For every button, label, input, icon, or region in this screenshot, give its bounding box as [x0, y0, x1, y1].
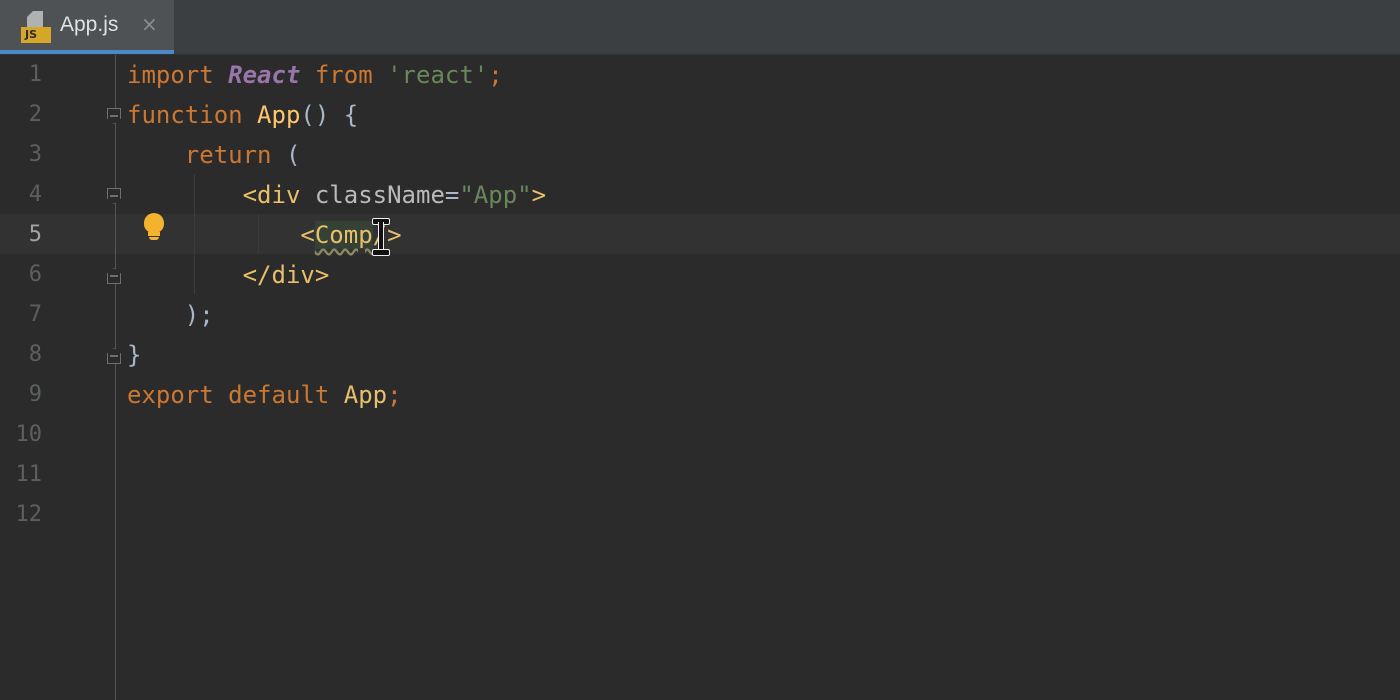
code-text[interactable]: export default App;	[127, 375, 402, 415]
code-token: return	[184, 141, 272, 169]
code-line[interactable]: 7 );	[0, 295, 1400, 335]
code-token: function	[127, 101, 243, 129]
code-token: () {	[300, 101, 359, 129]
code-token: React	[228, 61, 301, 89]
js-badge: JS	[21, 27, 51, 43]
line-number: 11	[15, 462, 43, 487]
code-token: }	[127, 341, 142, 369]
close-icon[interactable]: ×	[141, 12, 158, 36]
code-line[interactable]: 3 return (	[0, 135, 1400, 175]
code-token: ;	[387, 381, 402, 409]
line-number: 5	[28, 222, 42, 247]
code-token: App	[343, 381, 388, 409]
code-token: );	[127, 301, 214, 329]
line-number: 4	[28, 182, 42, 207]
text-cursor-icon	[371, 218, 390, 256]
code-token: <	[300, 221, 315, 249]
code-text[interactable]: </div>	[127, 255, 330, 295]
code-line[interactable]: 1 import React from 'react';	[0, 55, 1400, 95]
code-token: =	[444, 181, 460, 209]
line-number: 12	[15, 502, 43, 527]
code-line[interactable]: 4 <div className="App">	[0, 175, 1400, 215]
code-token: 'react'	[387, 61, 489, 89]
code-line[interactable]: 9 export default App;	[0, 375, 1400, 415]
code-text[interactable]: <Comp/>	[127, 215, 402, 255]
code-text[interactable]: );	[127, 295, 214, 335]
lightbulb-icon[interactable]	[142, 213, 166, 243]
code-token: (	[271, 141, 301, 169]
code-line[interactable]: 10	[0, 415, 1400, 455]
code-token: App	[257, 101, 301, 129]
tab-app-js[interactable]: JS App.js ×	[0, 0, 174, 54]
code-token: </div>	[242, 261, 330, 289]
line-number: 2	[28, 102, 42, 127]
code-line[interactable]: 5 <Comp/>	[0, 215, 1400, 255]
line-number: 8	[28, 342, 42, 367]
code-line[interactable]: 12	[0, 495, 1400, 535]
code-token: import	[127, 61, 214, 89]
code-token: from	[314, 61, 373, 89]
editor-tab-bar: JS App.js ×	[0, 0, 1400, 55]
code-text[interactable]: function App() {	[127, 95, 358, 135]
code-token: default	[228, 381, 330, 409]
code-text[interactable]: }	[127, 335, 141, 375]
code-token: <div	[242, 181, 301, 209]
tab-label: App.js	[60, 13, 119, 36]
code-token: ;	[488, 61, 503, 89]
code-text[interactable]: import React from 'react';	[127, 55, 503, 95]
code-line[interactable]: 6 </div>	[0, 255, 1400, 295]
code-line[interactable]: 8}	[0, 335, 1400, 375]
code-token: export	[127, 381, 214, 409]
code-line[interactable]: 2 function App() {	[0, 95, 1400, 135]
line-number: 7	[28, 302, 42, 327]
line-number: 10	[15, 422, 43, 447]
line-number: 1	[28, 62, 42, 87]
unresolved-component: Comp	[314, 221, 373, 249]
code-text[interactable]: return (	[127, 135, 301, 175]
line-number: 3	[28, 142, 42, 167]
code-token: "App"	[459, 181, 532, 209]
line-number: 9	[28, 382, 42, 407]
active-tab-indicator	[0, 50, 174, 54]
code-token: >	[531, 181, 547, 209]
code-text[interactable]: <div className="App">	[127, 175, 546, 215]
javascript-file-icon: JS	[21, 11, 53, 43]
code-token: className	[314, 181, 445, 209]
line-number: 6	[28, 262, 42, 287]
code-line[interactable]: 11	[0, 455, 1400, 495]
